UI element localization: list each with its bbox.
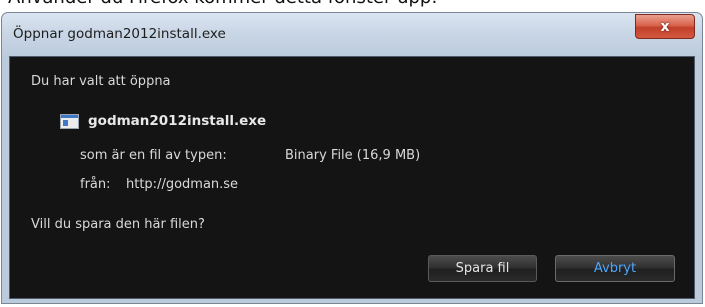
download-dialog: Öppnar godman2012install.exe x Du har va… (1, 12, 703, 304)
close-icon: x (660, 18, 670, 35)
dialog-title: Öppnar godman2012install.exe (13, 26, 226, 42)
background-caption: Använder du Firefox kommer detta fönster… (0, 0, 705, 8)
source-label: från: (80, 177, 111, 192)
dialog-content: Du har valt att öppna godman2012install.… (9, 56, 695, 299)
save-file-button[interactable]: Spara fil (428, 255, 537, 282)
cancel-button[interactable]: Avbryt (555, 255, 675, 282)
exe-file-icon (60, 114, 79, 129)
source-url: http://godman.se (126, 177, 239, 192)
intro-text: Du har valt att öppna (31, 74, 171, 89)
file-type-value: Binary File (16,9 MB) (285, 148, 421, 163)
file-type-label: som är en fil av typen: (80, 148, 227, 163)
title-bar[interactable]: Öppnar godman2012install.exe x (2, 13, 702, 57)
file-name: godman2012install.exe (88, 113, 267, 129)
close-button[interactable]: x (635, 14, 695, 39)
save-question: Vill du spara den här filen? (31, 217, 205, 232)
